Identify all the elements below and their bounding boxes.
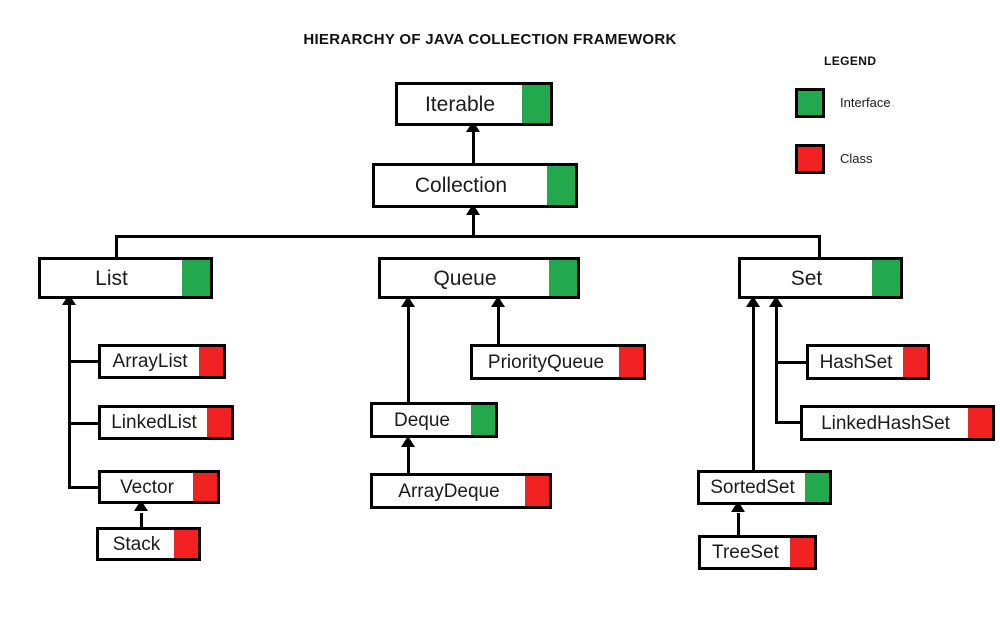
- node-set-label: Set: [790, 266, 823, 290]
- node-list[interactable]: List: [38, 257, 213, 299]
- node-linkedhashset-label: LinkedHashSet: [821, 412, 950, 434]
- node-linkedlist-label: LinkedList: [111, 412, 197, 433]
- edge-hashset-to-set: [775, 361, 807, 364]
- interface-swatch: [471, 405, 495, 435]
- class-swatch: [174, 530, 198, 558]
- node-linkedhashset[interactable]: LinkedHashSet: [800, 405, 995, 441]
- node-iterable[interactable]: Iterable: [395, 82, 553, 126]
- node-arraylist-label: ArrayList: [112, 351, 188, 372]
- node-deque-label: Deque: [394, 409, 450, 431]
- interface-swatch: [547, 166, 575, 205]
- edge-deque-to-queue: [407, 307, 410, 403]
- legend-label-interface: Interface: [840, 95, 891, 110]
- edge-treeset-to-sortedset: [737, 513, 740, 536]
- legend-swatch-class: [795, 144, 825, 174]
- legend-label-class: Class: [840, 151, 873, 166]
- edge-bus-to-set: [818, 235, 821, 259]
- node-sortedset[interactable]: SortedSet: [697, 470, 832, 505]
- legend-title: LEGEND: [824, 54, 877, 68]
- node-collection-label: Collection: [414, 174, 508, 197]
- interface-swatch: [549, 260, 577, 296]
- edge-vector-to-list: [68, 486, 100, 489]
- edge-sortedset-to-set: [752, 307, 755, 472]
- node-arraydeque[interactable]: ArrayDeque: [370, 473, 552, 509]
- node-set[interactable]: Set: [738, 257, 903, 299]
- node-linkedlist[interactable]: LinkedList: [98, 405, 234, 440]
- class-swatch: [968, 408, 992, 438]
- node-sortedset-label: SortedSet: [710, 477, 795, 498]
- node-collection[interactable]: Collection: [372, 163, 578, 208]
- interface-swatch: [182, 260, 210, 296]
- edge-arraylist-to-list: [68, 360, 100, 363]
- edge-arraydeque-to-deque: [407, 447, 410, 475]
- edge-set-rail-hash: [775, 307, 778, 424]
- node-arraydeque-label: ArrayDeque: [398, 480, 500, 502]
- edge-list-rail: [68, 305, 71, 489]
- edge-bus-horizontal: [115, 235, 821, 238]
- node-stack-label: Stack: [112, 533, 161, 555]
- node-vector-label: Vector: [120, 476, 174, 498]
- node-arraylist[interactable]: ArrayList: [98, 344, 226, 379]
- diagram-canvas: HIERARCHY OF JAVA COLLECTION FRAMEWORK I…: [0, 0, 1000, 631]
- node-deque[interactable]: Deque: [370, 402, 498, 438]
- node-priorityqueue[interactable]: PriorityQueue: [470, 344, 646, 380]
- node-stack[interactable]: Stack: [96, 527, 201, 561]
- page-title: HIERARCHY OF JAVA COLLECTION FRAMEWORK: [303, 31, 677, 48]
- interface-swatch: [872, 260, 900, 296]
- node-list-label: List: [95, 266, 128, 290]
- class-swatch: [193, 473, 217, 501]
- legend-swatch-interface: [795, 88, 825, 118]
- edge-priorityqueue-to-queue: [497, 307, 500, 345]
- node-iterable-label: Iterable: [424, 92, 496, 116]
- node-hashset[interactable]: HashSet: [806, 344, 930, 380]
- class-swatch: [619, 347, 643, 377]
- class-swatch: [790, 538, 814, 567]
- interface-swatch: [805, 473, 829, 502]
- node-queue[interactable]: Queue: [378, 257, 580, 299]
- class-swatch: [199, 347, 223, 376]
- node-priorityqueue-label: PriorityQueue: [487, 351, 605, 373]
- node-queue-label: Queue: [433, 266, 497, 290]
- class-swatch: [207, 408, 231, 437]
- class-swatch: [903, 347, 927, 377]
- edge-bus-to-list: [115, 235, 118, 259]
- class-swatch: [525, 476, 549, 506]
- node-treeset[interactable]: TreeSet: [698, 535, 817, 570]
- node-treeset-label: TreeSet: [712, 542, 779, 563]
- node-vector[interactable]: Vector: [98, 470, 220, 504]
- edge-linkedlist-to-list: [68, 422, 100, 425]
- node-hashset-label: HashSet: [819, 351, 893, 373]
- interface-swatch: [522, 85, 550, 123]
